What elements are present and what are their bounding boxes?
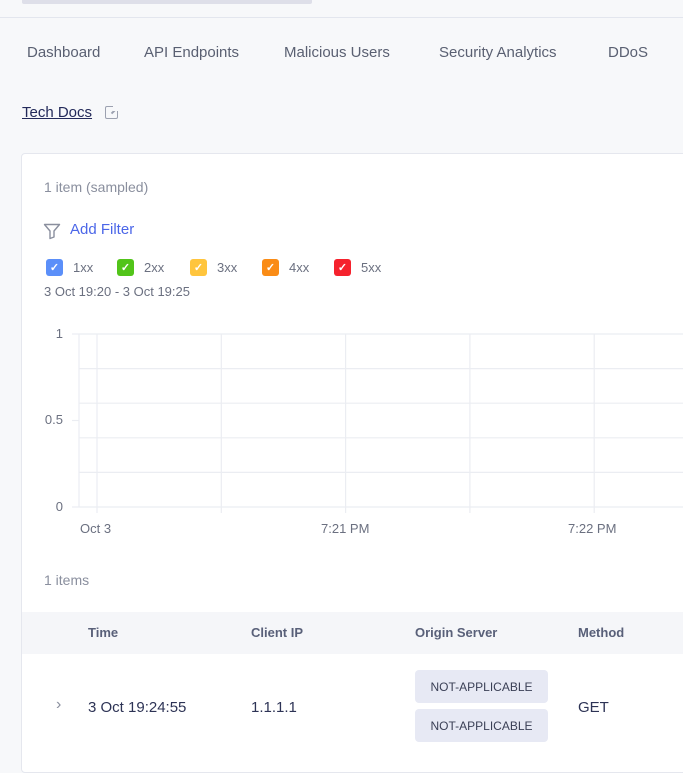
expand-chevron-icon[interactable]: › [56,696,61,714]
status-chart [72,333,683,513]
origin-server-badge: NOT-APPLICABLE [415,670,548,703]
column-header-method[interactable]: Method [578,625,624,640]
cell-time: 3 Oct 19:24:55 [88,699,187,716]
column-header-time[interactable]: Time [88,625,118,640]
column-header-origin-server[interactable]: Origin Server [415,625,497,640]
x-tick-label: 7:21 PM [321,521,370,536]
y-tick-label: 0 [55,499,63,514]
x-tick-label: 7:22 PM [568,521,617,536]
items-count: 1 items [44,572,90,588]
y-tick-label: 0.5 [44,412,63,427]
x-tick-label: Oct 3 [80,521,112,536]
origin-server-badge: NOT-APPLICABLE [415,709,548,742]
y-tick-label: 1 [55,326,63,341]
cell-client-ip: 1.1.1.1 [251,699,297,716]
column-header-client-ip[interactable]: Client IP [251,625,303,640]
cell-method: GET [578,699,609,716]
